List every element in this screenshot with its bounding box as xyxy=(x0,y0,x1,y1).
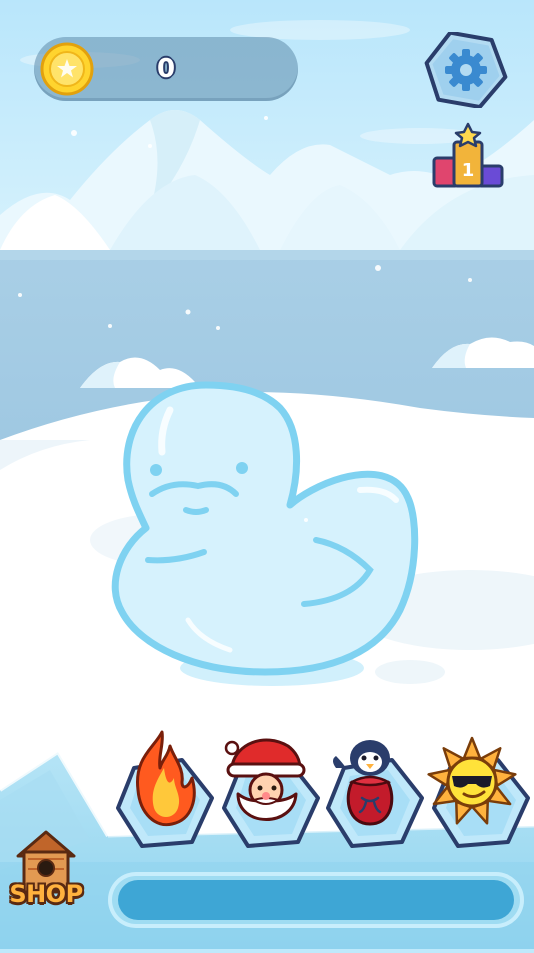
item-slot-santa[interactable] xyxy=(218,738,320,848)
progress-track-inner xyxy=(118,880,514,920)
item-slot-penguin[interactable] xyxy=(322,738,424,848)
item-slot-sun[interactable] xyxy=(427,736,530,848)
carving-progress-bar xyxy=(108,872,524,928)
shop-label: SHOP xyxy=(9,880,83,908)
game-scene: 0 1 SHOP xyxy=(0,0,534,949)
gear-icon xyxy=(424,30,508,109)
settings-button[interactable] xyxy=(424,30,508,109)
shop-button[interactable]: SHOP xyxy=(6,828,86,916)
coin-icon xyxy=(40,42,94,96)
item-slot-fire[interactable] xyxy=(112,730,214,848)
podium-trophy-icon: 1 xyxy=(432,122,504,188)
coin-counter: 0 xyxy=(34,37,298,101)
leaderboard-button[interactable]: 1 xyxy=(430,122,506,194)
leaderboard-rank: 1 xyxy=(462,160,475,181)
coin-count: 0 xyxy=(156,54,176,84)
